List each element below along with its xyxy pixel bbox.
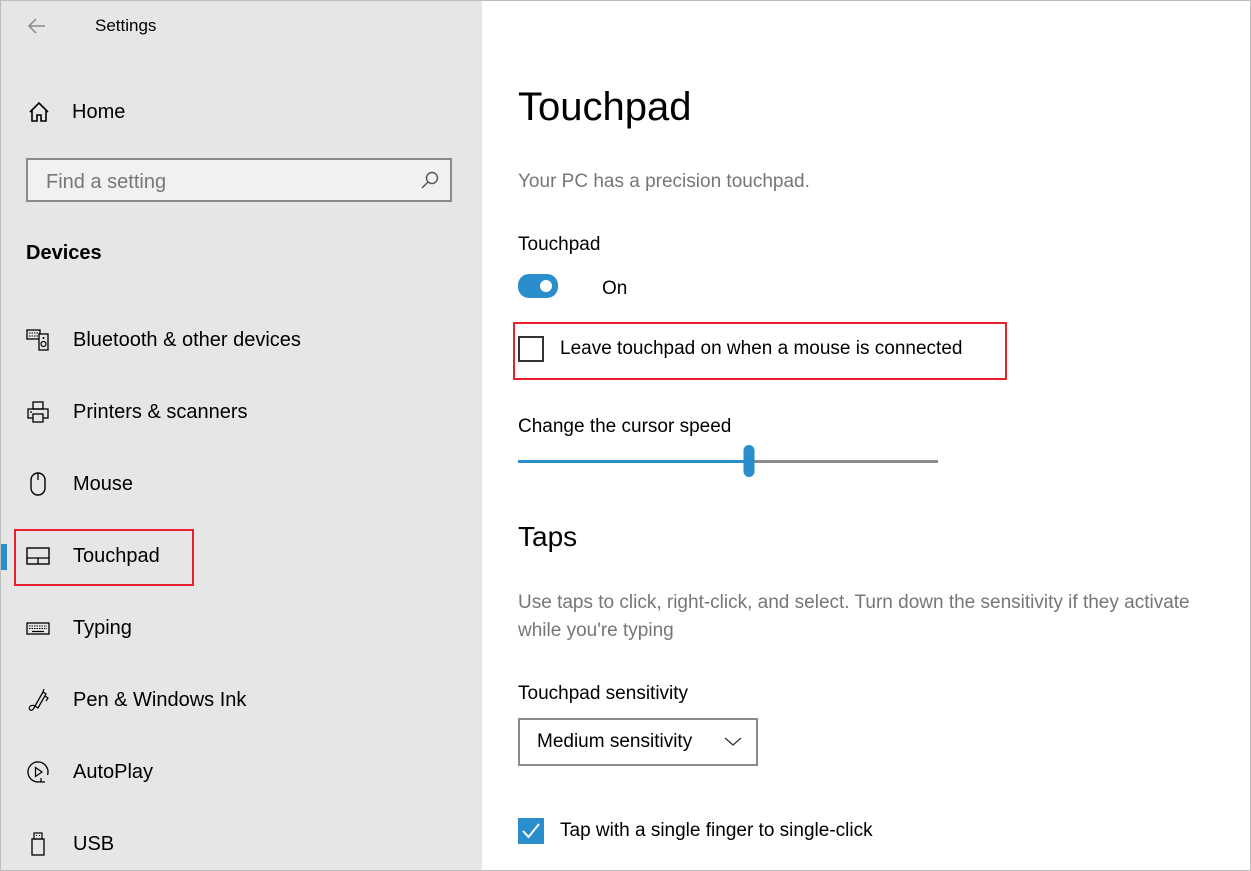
bluetooth-devices-icon: [26, 328, 50, 352]
sidebar-item-mouse[interactable]: Mouse: [1, 459, 482, 509]
usb-icon: [26, 832, 50, 856]
sidebar-item-pen[interactable]: Pen & Windows Ink: [1, 675, 482, 725]
app-title: Settings: [95, 16, 157, 35]
search-input[interactable]: [44, 168, 418, 196]
home-label: Home: [72, 100, 126, 123]
leave-touchpad-on-checkbox[interactable]: [518, 336, 544, 362]
sidebar: Settings Home Devices: [1, 1, 482, 870]
page-description: Your PC has a precision touchpad.: [518, 171, 810, 192]
slider-fill: [518, 460, 749, 463]
sidebar-item-label: AutoPlay: [73, 760, 154, 783]
sidebar-item-typing[interactable]: Typing: [1, 603, 482, 653]
touchpad-icon: [26, 544, 50, 568]
sidebar-item-printers[interactable]: Printers & scanners: [1, 387, 482, 437]
home-nav-item[interactable]: Home: [27, 97, 125, 127]
page-title: Touchpad: [518, 85, 692, 129]
printer-icon: [26, 400, 50, 424]
slider-thumb[interactable]: [743, 445, 755, 477]
cursor-speed-slider[interactable]: [518, 445, 938, 481]
chevron-down-icon: [724, 737, 742, 746]
single-tap-checkbox[interactable]: [518, 818, 544, 844]
toggle-knob: [540, 280, 552, 292]
search-box: [26, 158, 452, 202]
toggle-track: [518, 274, 558, 298]
checkbox-label: Leave touchpad on when a mouse is connec…: [560, 338, 963, 359]
sidebar-item-label: Bluetooth & other devices: [73, 328, 301, 351]
sensitivity-label: Touchpad sensitivity: [518, 683, 689, 704]
sidebar-item-bluetooth[interactable]: Bluetooth & other devices: [1, 315, 482, 365]
search-icon[interactable]: [420, 170, 440, 190]
sidebar-item-autoplay[interactable]: AutoPlay: [1, 747, 482, 797]
sidebar-item-label: Typing: [73, 616, 132, 639]
home-icon: [29, 101, 49, 122]
toggle-state-text: On: [602, 278, 628, 299]
checkbox-label: Tap with a single finger to single-click: [560, 820, 873, 841]
sidebar-item-label: Printers & scanners: [73, 400, 248, 423]
dropdown-value: Medium sensitivity: [537, 731, 693, 752]
autoplay-icon: [26, 760, 50, 784]
back-button[interactable]: [23, 13, 53, 39]
sidebar-item-label: USB: [73, 832, 115, 855]
mouse-icon: [26, 472, 50, 496]
touchpad-toggle[interactable]: [518, 274, 558, 298]
sidebar-item-label: Touchpad: [73, 544, 160, 567]
cursor-speed-label: Change the cursor speed: [518, 416, 732, 437]
section-title: Devices: [26, 242, 102, 264]
selection-indicator: [1, 544, 7, 570]
settings-window: Settings Home Devices: [0, 0, 1251, 871]
sensitivity-dropdown[interactable]: Medium sensitivity: [518, 718, 758, 766]
taps-heading: Taps: [518, 521, 578, 552]
checkmark-icon: [522, 823, 540, 839]
sidebar-item-usb[interactable]: USB: [1, 819, 482, 869]
keyboard-icon: [26, 616, 50, 640]
single-tap-checkbox-row[interactable]: Tap with a single finger to single-click: [518, 818, 873, 844]
sidebar-item-label: Pen & Windows Ink: [73, 688, 247, 711]
leave-touchpad-on-checkbox-row[interactable]: Leave touchpad on when a mouse is connec…: [518, 336, 962, 362]
sidebar-item-touchpad[interactable]: Touchpad: [1, 531, 482, 581]
pen-icon: [26, 688, 50, 712]
touchpad-toggle-label: Touchpad: [518, 234, 601, 255]
main-content: Touchpad Your PC has a precision touchpa…: [482, 1, 1250, 870]
sidebar-item-label: Mouse: [73, 472, 134, 495]
back-arrow-icon: [27, 18, 45, 34]
taps-description: Use taps to click, right-click, and sele…: [518, 592, 1190, 641]
